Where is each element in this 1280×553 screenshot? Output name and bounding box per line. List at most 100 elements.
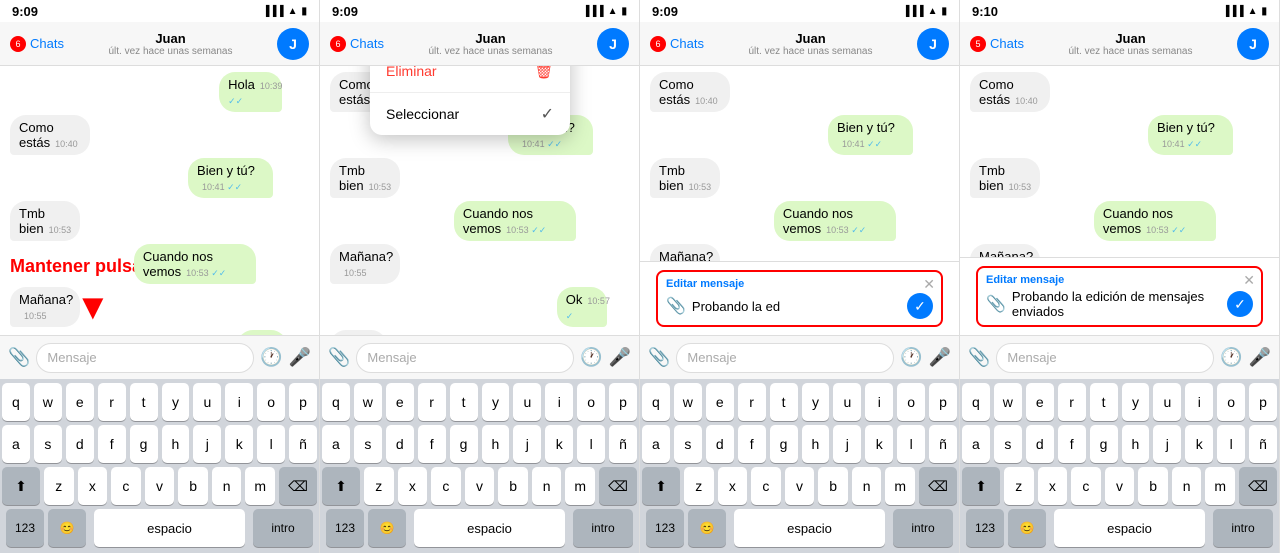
key-w[interactable]: w <box>994 383 1022 421</box>
message-bubble[interactable]: Ok10:57 ✓ <box>557 287 608 327</box>
key-d[interactable]: d <box>386 425 414 463</box>
key-k[interactable]: k <box>225 425 253 463</box>
key-delete[interactable]: ⌫ <box>279 467 317 505</box>
key-j[interactable]: j <box>833 425 861 463</box>
attach-icon[interactable]: 📎 <box>8 347 30 368</box>
key-w[interactable]: w <box>34 383 62 421</box>
message-bubble[interactable]: Bien y tú?10:41 ✓✓ <box>828 115 913 155</box>
key-l[interactable]: l <box>1217 425 1245 463</box>
key-u[interactable]: u <box>1153 383 1181 421</box>
key-z[interactable]: z <box>1004 467 1034 505</box>
key-g[interactable]: g <box>1090 425 1118 463</box>
key-a[interactable]: a <box>2 425 30 463</box>
message-row[interactable]: Bien y tú?10:41 ✓✓ <box>650 115 949 155</box>
mic-icon[interactable]: 🎤 <box>609 347 631 368</box>
key-l[interactable]: l <box>257 425 285 463</box>
message-row[interactable]: Hola10:39 ✓✓ <box>10 72 309 112</box>
key-v[interactable]: v <box>1105 467 1135 505</box>
message-bubble[interactable]: Como estás10:40 <box>970 72 1050 112</box>
back-button[interactable]: 6 Chats <box>650 36 704 52</box>
key-o[interactable]: o <box>257 383 285 421</box>
message-row[interactable]: Mañana?10:55 <box>10 287 309 327</box>
key-x[interactable]: x <box>398 467 428 505</box>
message-row[interactable]: Mañana?10:55 <box>970 244 1269 257</box>
key-space[interactable]: espacio <box>414 509 565 547</box>
key-h[interactable]: h <box>802 425 830 463</box>
key-intro[interactable]: intro <box>573 509 633 547</box>
key-d[interactable]: d <box>1026 425 1054 463</box>
mic-icon[interactable]: 🎤 <box>929 347 951 368</box>
edit-send-button[interactable]: ✓ <box>1227 291 1253 317</box>
message-row[interactable]: Mañana?10:55 <box>330 244 629 284</box>
key-o[interactable]: o <box>1217 383 1245 421</box>
key-k[interactable]: k <box>545 425 573 463</box>
key-p[interactable]: p <box>929 383 957 421</box>
message-bubble[interactable]: Como estás10:40 <box>650 72 730 112</box>
key-s[interactable]: s <box>354 425 382 463</box>
context-menu-item-eliminar[interactable]: Eliminar 🗑 <box>370 66 570 93</box>
key-p[interactable]: p <box>289 383 317 421</box>
key-intro[interactable]: intro <box>253 509 313 547</box>
avatar[interactable]: J <box>1237 28 1269 60</box>
message-row[interactable]: Hora?10:57 <box>330 330 629 335</box>
key-i[interactable]: i <box>545 383 573 421</box>
key-ñ[interactable]: ñ <box>609 425 637 463</box>
message-bubble[interactable]: Mañana?10:55 <box>650 244 720 261</box>
key-u[interactable]: u <box>833 383 861 421</box>
key-r[interactable]: r <box>1058 383 1086 421</box>
key-q[interactable]: q <box>2 383 30 421</box>
key-p[interactable]: p <box>609 383 637 421</box>
key-d[interactable]: d <box>706 425 734 463</box>
edit-input[interactable]: Probando la edición de mensajes enviados <box>1012 289 1221 319</box>
key-ñ[interactable]: ñ <box>1249 425 1277 463</box>
back-label[interactable]: Chats <box>670 36 704 51</box>
key-e[interactable]: e <box>66 383 94 421</box>
message-bubble[interactable]: Cuando nos vemos10:53 ✓✓ <box>774 201 897 241</box>
key-v[interactable]: v <box>145 467 175 505</box>
key-i[interactable]: i <box>865 383 893 421</box>
key-f[interactable]: f <box>98 425 126 463</box>
key-t[interactable]: t <box>1090 383 1118 421</box>
message-row[interactable]: Bien y tú?10:41 ✓✓ <box>10 158 309 198</box>
key-y[interactable]: y <box>162 383 190 421</box>
key-f[interactable]: f <box>1058 425 1086 463</box>
message-row[interactable]: Tmb bien10:53 <box>650 158 949 198</box>
key-a[interactable]: a <box>322 425 350 463</box>
message-row[interactable]: Ok10:57 ✓ <box>330 287 629 327</box>
key-o[interactable]: o <box>577 383 605 421</box>
key-h[interactable]: h <box>1122 425 1150 463</box>
key-delete[interactable]: ⌫ <box>599 467 637 505</box>
key-g[interactable]: g <box>770 425 798 463</box>
clock-icon[interactable]: 🕐 <box>260 347 282 368</box>
key-m[interactable]: m <box>245 467 275 505</box>
key-b[interactable]: b <box>1138 467 1168 505</box>
key-emoji[interactable]: 😊 <box>368 509 406 547</box>
key-e[interactable]: e <box>386 383 414 421</box>
message-row[interactable]: Como estás10:40 <box>10 115 309 155</box>
back-label[interactable]: Chats <box>350 36 384 51</box>
key-h[interactable]: h <box>162 425 190 463</box>
key-k[interactable]: k <box>865 425 893 463</box>
clock-icon[interactable]: 🕐 <box>1220 347 1242 368</box>
edit-close-icon[interactable]: ✕ <box>923 276 935 293</box>
key-l[interactable]: l <box>577 425 605 463</box>
edit-send-button[interactable]: ✓ <box>907 293 933 319</box>
key-g[interactable]: g <box>130 425 158 463</box>
key-j[interactable]: j <box>513 425 541 463</box>
attach-icon[interactable]: 📎 <box>328 347 350 368</box>
key-x[interactable]: x <box>1038 467 1068 505</box>
key-i[interactable]: i <box>1185 383 1213 421</box>
key-a[interactable]: a <box>962 425 990 463</box>
key-shift[interactable]: ⬆ <box>2 467 40 505</box>
avatar[interactable]: J <box>597 28 629 60</box>
key-v[interactable]: v <box>465 467 495 505</box>
key-f[interactable]: f <box>418 425 446 463</box>
key-t[interactable]: t <box>450 383 478 421</box>
key-delete[interactable]: ⌫ <box>1239 467 1277 505</box>
key-delete[interactable]: ⌫ <box>919 467 957 505</box>
key-n[interactable]: n <box>852 467 882 505</box>
key-r[interactable]: r <box>418 383 446 421</box>
message-row[interactable]: Tmb bien10:53 <box>10 201 309 241</box>
key-shift[interactable]: ⬆ <box>962 467 1000 505</box>
message-row[interactable]: Mañana?10:55 <box>650 244 949 261</box>
